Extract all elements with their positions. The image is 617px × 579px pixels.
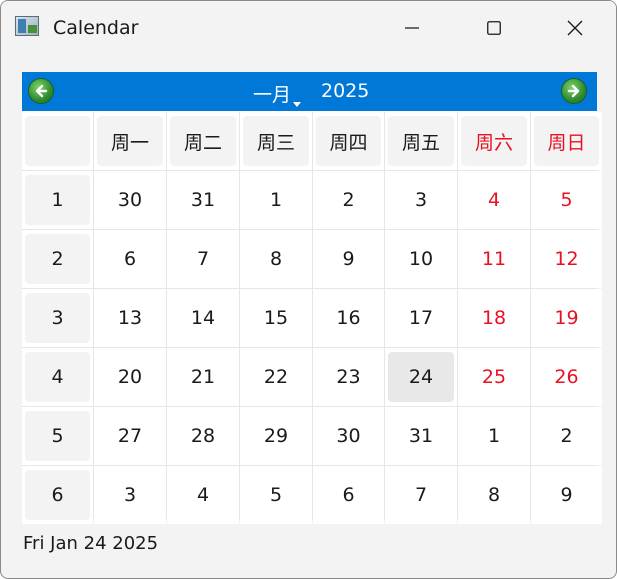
calendar-window: Calendar 一月 2025 周一 周二 周三 周四 周五 周六 周日 1 … (0, 0, 617, 579)
day-cell[interactable]: 6 (313, 466, 384, 524)
day-cell[interactable]: 2 (313, 171, 384, 229)
day-cell[interactable]: 4 (167, 466, 239, 524)
week-number-label: 5 (51, 425, 64, 447)
day-cell[interactable]: 3 (385, 171, 457, 229)
day-cell[interactable]: 12 (531, 230, 602, 288)
day-cell[interactable]: 20 (94, 348, 166, 406)
title-bar[interactable]: Calendar (1, 1, 616, 55)
maximize-button[interactable] (471, 1, 517, 55)
day-cell[interactable]: 2 (531, 407, 602, 465)
day-cell[interactable]: 1 (458, 407, 530, 465)
day-cell[interactable]: 25 (458, 348, 530, 406)
day-cell[interactable]: 1 (240, 171, 312, 229)
week-number: 1 (22, 171, 93, 229)
weekday-label: 周三 (256, 131, 295, 154)
day-cell[interactable]: 9 (313, 230, 384, 288)
minimize-icon (405, 27, 419, 29)
day-cell[interactable]: 10 (385, 230, 457, 288)
day-cell[interactable]: 16 (313, 289, 384, 347)
chevron-down-icon[interactable] (293, 102, 301, 107)
calendar-widget: 一月 2025 周一 周二 周三 周四 周五 周六 周日 1 30 31 1 2… (22, 72, 602, 524)
weekday-header: 周日 (531, 112, 602, 170)
day-cell[interactable]: 28 (167, 407, 239, 465)
weekday-header: 周五 (385, 112, 457, 170)
week-number-header (22, 112, 93, 170)
weekday-header: 周六 (458, 112, 530, 170)
weekday-header: 周二 (167, 112, 239, 170)
close-icon (567, 20, 583, 36)
arrow-left-icon (35, 84, 48, 98)
week-number-label: 3 (51, 307, 64, 329)
arrow-right-icon (567, 84, 580, 98)
week-number: 4 (22, 348, 93, 406)
day-label: 24 (408, 366, 434, 388)
day-cell[interactable]: 13 (94, 289, 166, 347)
week-number-label: 1 (51, 189, 64, 211)
weekday-label: 周日 (547, 131, 586, 154)
weekday-label: 周五 (401, 131, 440, 154)
next-month-button[interactable] (562, 79, 586, 103)
selected-day-cell[interactable]: 24 (385, 348, 457, 406)
day-cell[interactable]: 23 (313, 348, 384, 406)
day-cell[interactable]: 7 (167, 230, 239, 288)
weekday-label: 周六 (474, 131, 513, 154)
day-cell[interactable]: 26 (531, 348, 602, 406)
day-cell[interactable]: 29 (240, 407, 312, 465)
week-number: 6 (22, 466, 93, 524)
day-cell[interactable]: 15 (240, 289, 312, 347)
day-cell[interactable]: 19 (531, 289, 602, 347)
day-cell[interactable]: 14 (167, 289, 239, 347)
day-cell[interactable]: 30 (313, 407, 384, 465)
week-number: 3 (22, 289, 93, 347)
minimize-button[interactable] (389, 1, 435, 55)
day-cell[interactable]: 27 (94, 407, 166, 465)
day-cell[interactable]: 8 (240, 230, 312, 288)
calendar-grid: 周一 周二 周三 周四 周五 周六 周日 1 30 31 1 2 3 4 5 2… (22, 112, 602, 524)
week-number-label: 6 (51, 484, 64, 506)
day-cell[interactable]: 4 (458, 171, 530, 229)
calendar-navigation-bar: 一月 2025 (22, 72, 597, 111)
year-selector[interactable]: 2025 (321, 80, 369, 102)
weekday-label: 周一 (110, 131, 149, 154)
week-number-label: 4 (51, 366, 64, 388)
maximize-icon (487, 21, 501, 35)
selected-date-label: Fri Jan 24 2025 (23, 533, 159, 554)
day-cell[interactable]: 18 (458, 289, 530, 347)
day-cell[interactable]: 22 (240, 348, 312, 406)
day-cell[interactable]: 31 (385, 407, 457, 465)
weekday-header: 周四 (313, 112, 384, 170)
day-cell[interactable]: 31 (167, 171, 239, 229)
month-selector[interactable]: 一月 (253, 80, 291, 107)
window-title: Calendar (53, 17, 139, 39)
weekday-header: 周一 (94, 112, 166, 170)
weekday-label: 周二 (183, 131, 222, 154)
day-cell[interactable]: 30 (94, 171, 166, 229)
close-button[interactable] (552, 1, 598, 55)
day-cell[interactable]: 5 (531, 171, 602, 229)
day-cell[interactable]: 7 (385, 466, 457, 524)
week-number: 2 (22, 230, 93, 288)
day-cell[interactable]: 17 (385, 289, 457, 347)
weekday-header: 周三 (240, 112, 312, 170)
previous-month-button[interactable] (29, 79, 53, 103)
weekday-label: 周四 (329, 131, 368, 154)
day-cell[interactable]: 9 (531, 466, 602, 524)
day-cell[interactable]: 5 (240, 466, 312, 524)
day-cell[interactable]: 21 (167, 348, 239, 406)
day-cell[interactable]: 6 (94, 230, 166, 288)
week-number: 5 (22, 407, 93, 465)
day-cell[interactable]: 3 (94, 466, 166, 524)
app-icon (15, 16, 39, 36)
week-number-label: 2 (51, 248, 64, 270)
day-cell[interactable]: 8 (458, 466, 530, 524)
day-cell[interactable]: 11 (458, 230, 530, 288)
